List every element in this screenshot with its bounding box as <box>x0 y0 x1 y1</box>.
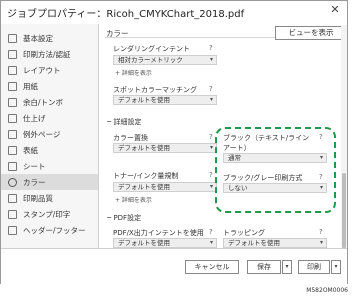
sidebar-item-label: スタンプ/印字 <box>23 209 71 219</box>
spot-color-label: スポットカラーマッチング <box>113 86 197 94</box>
chevron-down-icon: ▾ <box>209 96 213 103</box>
sidebar-item-print-quality[interactable]: 印刷品質 <box>1 190 98 206</box>
sidebar-item-color[interactable]: カラー <box>1 174 98 190</box>
help-icon[interactable]: ? <box>209 133 213 141</box>
stamp-icon <box>8 209 17 219</box>
chevron-down-icon: ▾ <box>209 183 213 190</box>
sidebar-item-stamp[interactable]: スタンプ/印字 <box>1 206 98 222</box>
sidebar-item-label: レイアウト <box>23 65 61 75</box>
help-icon[interactable]: ? <box>209 85 213 93</box>
cancel-button[interactable]: キャンセル <box>185 260 239 274</box>
rendering-intent-value: 相対カラーメトリック <box>118 56 183 64</box>
pdfx-select[interactable]: デフォルトを使用 ▾ <box>113 238 217 248</box>
help-icon[interactable]: ? <box>209 228 213 236</box>
sheet-icon <box>8 161 17 171</box>
sidebar-item-header-footer[interactable]: ヘッダー/フッター <box>1 222 98 238</box>
header-footer-icon <box>8 225 17 235</box>
sidebar-item-layout[interactable]: レイアウト <box>1 62 98 78</box>
trapping-select[interactable]: デフォルトを使用 ▾ <box>223 238 327 248</box>
close-icon[interactable]: ✕ <box>328 3 342 17</box>
basic-settings-icon <box>8 33 17 43</box>
save-button[interactable]: 保存 <box>247 260 281 274</box>
window-title: ジョブプロパティー：Ricoh_CMYKChart_2018.pdf <box>7 9 245 20</box>
pdfx-label: PDF/X出力インテントを使用 <box>113 229 204 237</box>
sidebar-item-cover[interactable]: 表紙 <box>1 142 98 158</box>
scrollbar-thumb[interactable] <box>342 173 346 249</box>
save-dropdown-icon[interactable]: ▾ <box>282 260 292 274</box>
sidebar-item-basic[interactable]: 基本設定 <box>1 30 98 46</box>
print-dropdown-icon[interactable]: ▾ <box>331 260 341 274</box>
sidebar-item-label: 仕上げ <box>23 113 46 123</box>
toner-limit-value: デフォルトを使用 <box>118 183 170 191</box>
print-button[interactable]: 印刷 <box>298 260 330 274</box>
chevron-down-icon: ▾ <box>209 56 213 63</box>
job-properties-dialog: ジョブプロパティー：Ricoh_CMYKChart_2018.pdf ✕ 基本設… <box>0 0 348 284</box>
sidebar-item-finishing[interactable]: 仕上げ <box>1 110 98 126</box>
rendering-intent-label: レンダリングインテント <box>113 45 190 53</box>
sidebar-item-label: ヘッダー/フッター <box>23 225 86 235</box>
toner-limit-label: トナー/インク量規制 <box>113 172 179 180</box>
chevron-down-icon: ▾ <box>209 144 213 151</box>
sidebar-item-label: 印刷品質 <box>23 193 53 203</box>
dialog-footer: キャンセル 保存 ▾ 印刷 ▾ <box>1 248 347 284</box>
sidebar: 基本設定 印刷方法/認証 レイアウト 用紙 余白/トンボ 仕上げ 例外ページ 表… <box>1 24 99 248</box>
toner-limit-select[interactable]: デフォルトを使用 ▾ <box>113 182 217 192</box>
advanced-settings-group[interactable]: ─ 詳細設定 <box>107 117 141 127</box>
sidebar-item-label: シート <box>23 161 46 171</box>
sidebar-item-label: 表紙 <box>23 145 38 155</box>
show-preview-button[interactable]: ビューを表示 <box>275 26 347 40</box>
chevron-down-icon: ▾ <box>209 239 213 246</box>
margin-icon <box>8 97 17 107</box>
sidebar-item-exception-page[interactable]: 例外ページ <box>1 126 98 142</box>
pdf-settings-group[interactable]: ─ PDF設定 <box>107 213 141 223</box>
help-icon[interactable]: ? <box>319 228 323 236</box>
rendering-intent-select[interactable]: 相対カラーメトリック ▾ <box>113 55 217 65</box>
exception-page-icon <box>8 129 17 139</box>
trapping-label: トラッピング <box>223 229 265 237</box>
sidebar-item-label: カラー <box>23 177 46 187</box>
color-replace-label: カラー置換 <box>113 134 148 142</box>
color-replace-value: デフォルトを使用 <box>118 144 170 152</box>
sidebar-item-label: 基本設定 <box>23 33 53 43</box>
sidebar-item-print-method[interactable]: 印刷方法/認証 <box>1 46 98 62</box>
sidebar-item-margin[interactable]: 余白/トンボ <box>1 94 98 110</box>
trapping-value: デフォルトを使用 <box>228 239 280 247</box>
sidebar-item-sheet[interactable]: シート <box>1 158 98 174</box>
spot-color-select[interactable]: デフォルトを使用 ▾ <box>113 95 217 105</box>
spot-color-value: デフォルトを使用 <box>118 96 170 104</box>
figure-code: M582OM0006 <box>306 287 348 294</box>
show-details-link[interactable]: + 詳細を表示 <box>115 68 152 77</box>
show-details-link[interactable]: + 詳細を表示 <box>115 195 152 204</box>
print-method-icon <box>8 49 17 59</box>
cover-icon <box>8 145 17 155</box>
sidebar-item-label: 印刷方法/認証 <box>23 49 71 59</box>
color-replace-select[interactable]: デフォルトを使用 ▾ <box>113 143 217 153</box>
pdfx-value: デフォルトを使用 <box>118 239 170 247</box>
highlight-box <box>215 127 336 213</box>
sidebar-item-paper[interactable]: 用紙 <box>1 78 98 94</box>
print-quality-icon <box>8 193 17 203</box>
paper-icon <box>8 81 17 91</box>
help-icon[interactable]: ? <box>209 44 213 52</box>
chevron-down-icon: ▾ <box>319 239 323 246</box>
sidebar-item-label: 例外ページ <box>23 129 61 139</box>
title-bar: ジョブプロパティー：Ricoh_CMYKChart_2018.pdf ✕ <box>1 1 347 23</box>
scrollbar[interactable] <box>341 25 347 249</box>
color-icon <box>8 177 17 187</box>
layout-icon <box>8 65 17 75</box>
sidebar-item-label: 用紙 <box>23 81 38 91</box>
sidebar-item-label: 余白/トンボ <box>23 97 64 107</box>
help-icon[interactable]: ? <box>209 171 213 179</box>
finishing-icon <box>8 113 17 123</box>
